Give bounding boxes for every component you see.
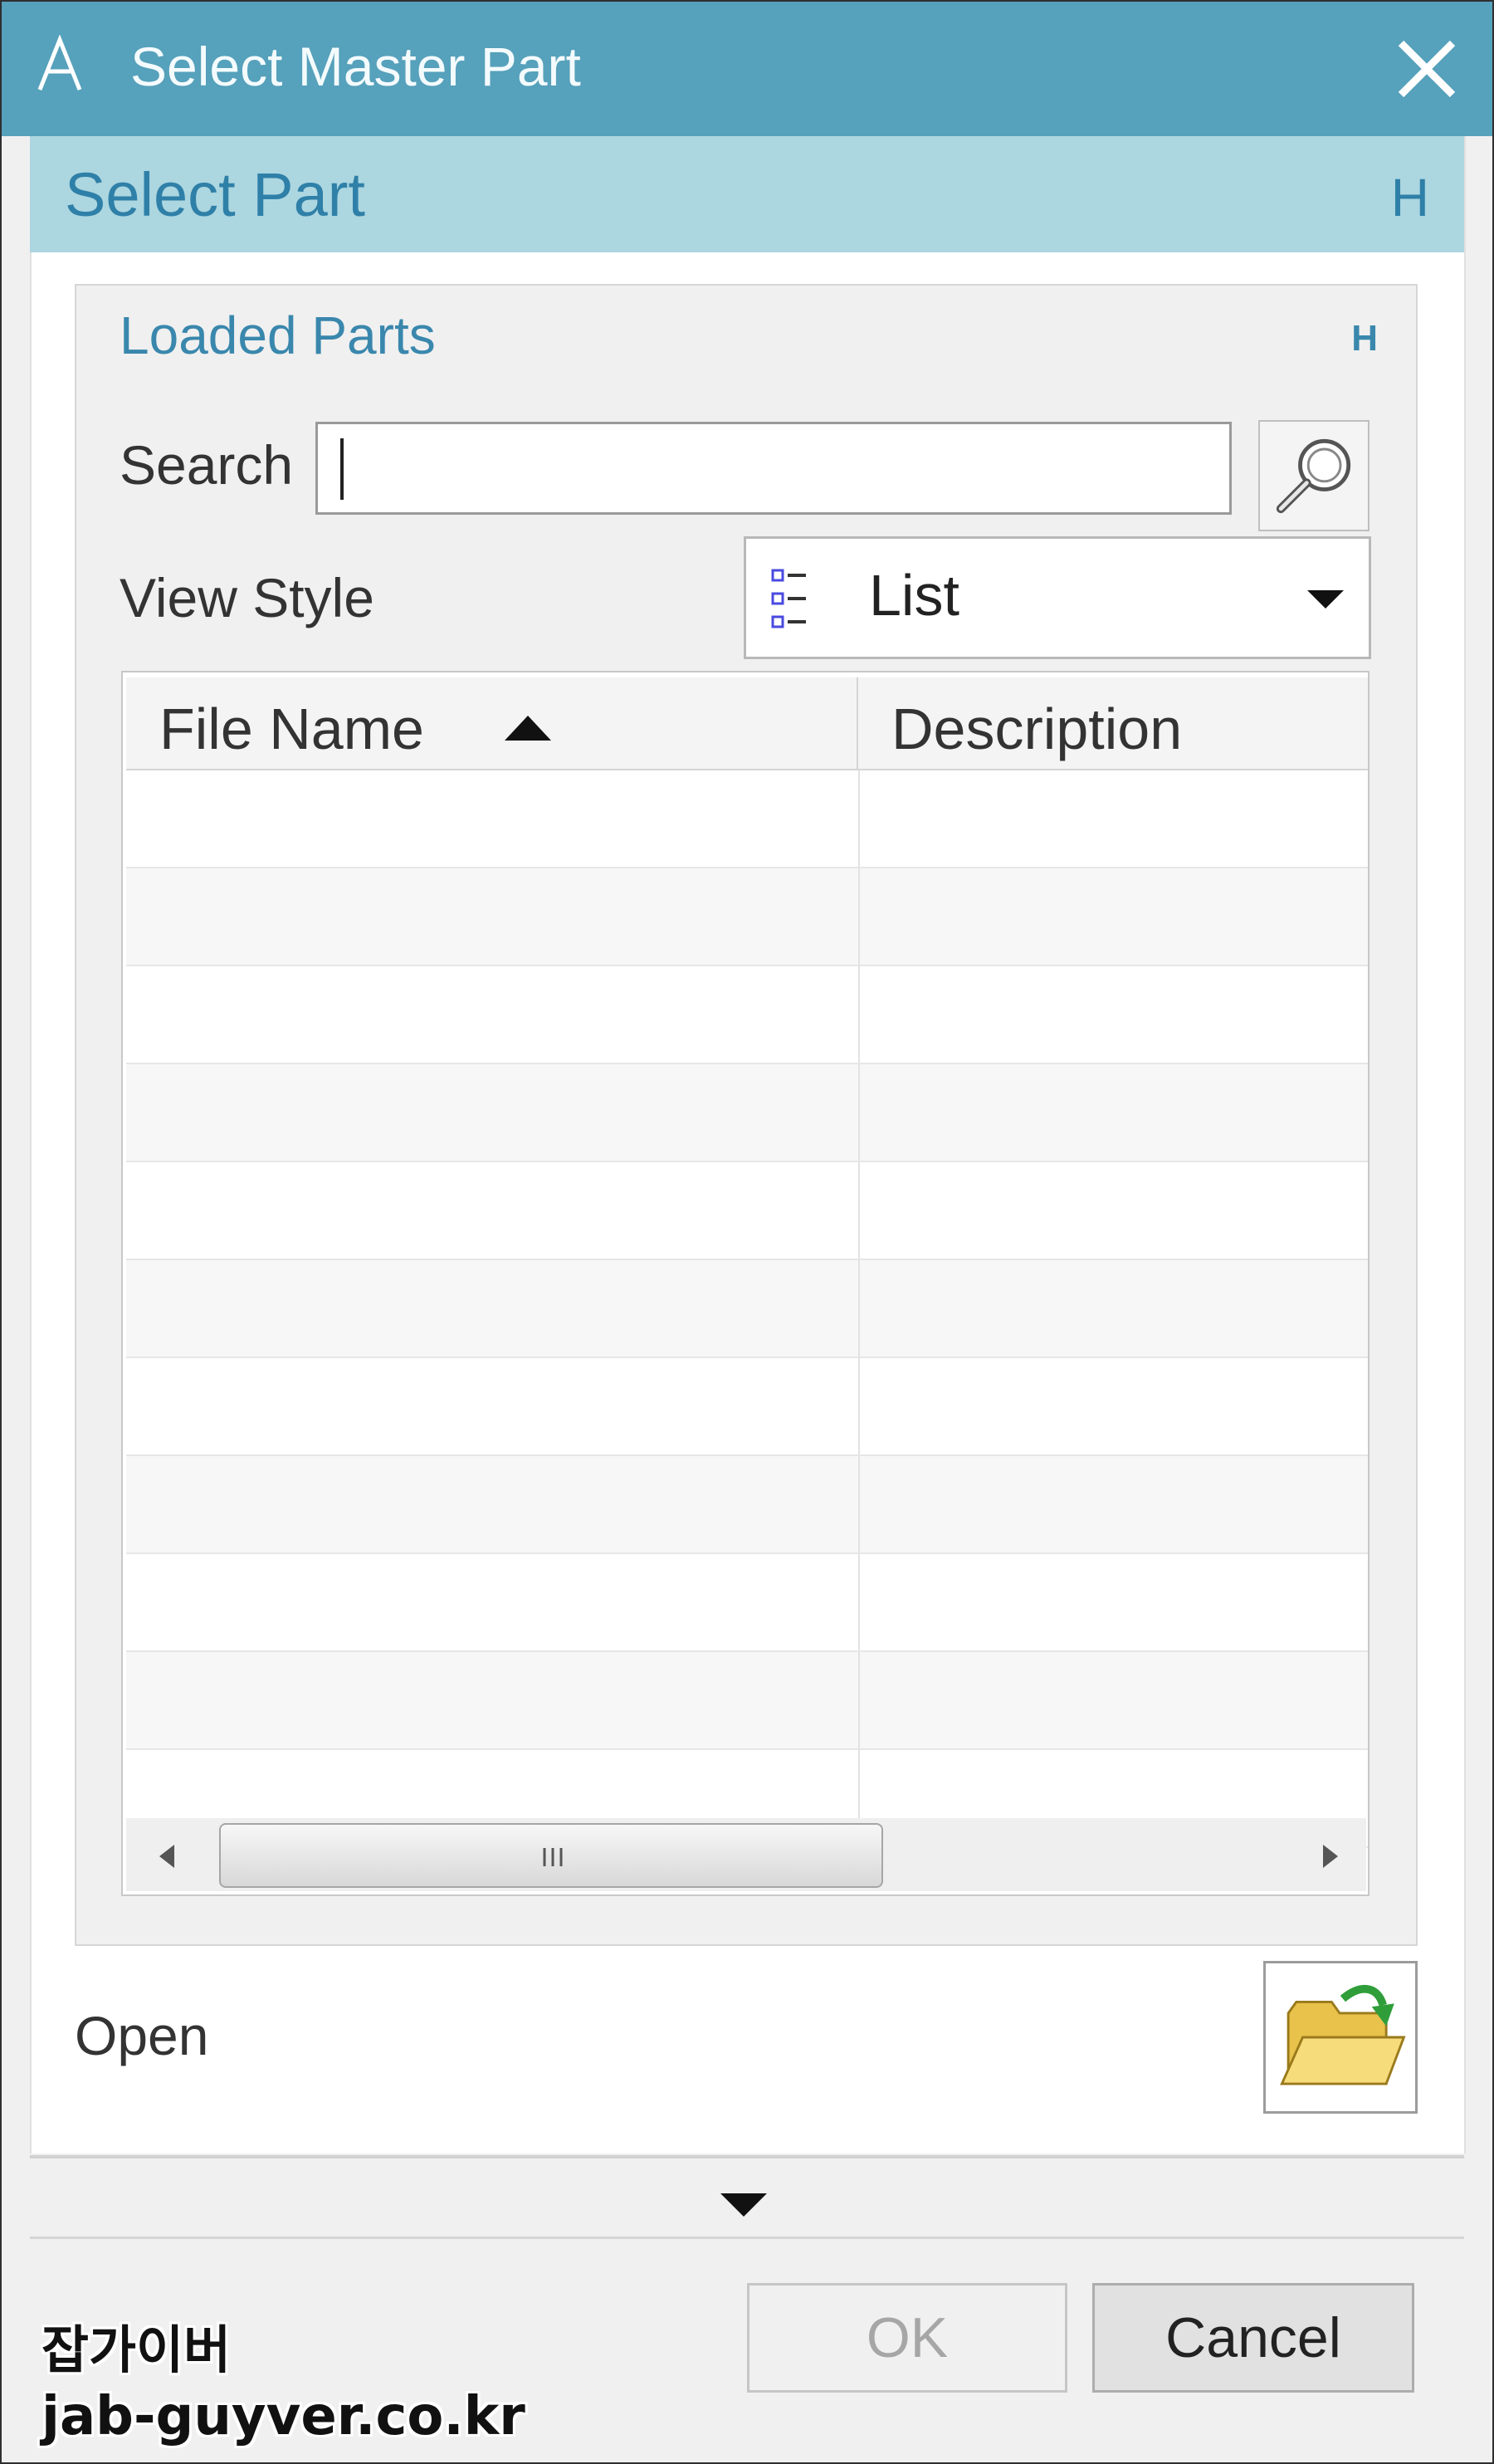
table-row[interactable] (126, 868, 1368, 966)
section-title: Select Part (65, 160, 365, 229)
loaded-parts-group: Loaded Parts H Search View Style List Fi… (75, 284, 1418, 1946)
open-folder-icon (1280, 1984, 1406, 2085)
separator (30, 2237, 1464, 2239)
watermark-korean: 잡가이버 (42, 2320, 232, 2380)
table-row[interactable] (126, 1554, 1368, 1652)
table-row[interactable] (126, 1456, 1368, 1554)
search-button[interactable] (1258, 420, 1370, 531)
column-header-label: File Name (159, 697, 424, 761)
search-input[interactable] (315, 422, 1232, 515)
list-view-icon (771, 569, 806, 628)
sort-ascending-icon (505, 716, 551, 741)
view-style-label: View Style (120, 567, 374, 628)
table-row[interactable] (126, 1652, 1368, 1750)
table-row[interactable] (126, 1162, 1368, 1260)
search-label: Search (120, 434, 294, 496)
scroll-left-arrow-icon[interactable] (126, 1818, 209, 1891)
dropdown-arrow-icon (1307, 590, 1344, 609)
section-collapse-toggle[interactable]: H (1391, 164, 1429, 231)
select-master-part-dialog: Select Master Part Select Part H Loaded … (0, 0, 1494, 2464)
cancel-button[interactable]: Cancel (1092, 2283, 1414, 2393)
grip-icon (543, 1848, 563, 1866)
table-row[interactable] (126, 1358, 1368, 1456)
watermark-url: jab-guyver.co.kr (42, 2386, 525, 2447)
horizontal-scrollbar[interactable] (126, 1818, 1366, 1891)
open-label: Open (75, 2005, 209, 2066)
parts-table: File Name Description (121, 671, 1370, 1896)
view-style-dropdown[interactable]: List (744, 536, 1371, 659)
column-header-label: Description (891, 697, 1183, 761)
table-row[interactable] (126, 966, 1368, 1064)
magnifier-icon (1276, 438, 1351, 514)
view-style-value: List (869, 563, 959, 628)
section-header-select-part[interactable]: Select Part H (30, 136, 1464, 252)
table-row[interactable] (126, 1260, 1368, 1358)
group-title: Loaded Parts (120, 306, 436, 365)
scrollbar-thumb[interactable] (219, 1823, 883, 1888)
close-icon[interactable] (1389, 32, 1464, 106)
chevron-down-icon[interactable] (720, 2193, 767, 2217)
window-title: Select Master Part (130, 36, 581, 97)
scroll-right-arrow-icon[interactable] (1283, 1818, 1366, 1891)
group-collapse-toggle[interactable]: H (1351, 314, 1378, 364)
ok-button[interactable]: OK (747, 2283, 1067, 2393)
column-header-file-name[interactable]: File Name (126, 677, 858, 770)
table-body (126, 770, 1368, 1848)
table-row[interactable] (126, 1064, 1368, 1162)
separator (30, 2155, 1464, 2158)
text-caret (340, 438, 344, 500)
column-header-description[interactable]: Description (858, 677, 1368, 770)
title-bar[interactable]: Select Master Part (2, 2, 1492, 136)
nx-a-icon (37, 35, 82, 90)
watermark: 잡가이버 jab-guyver.co.kr (42, 2318, 525, 2451)
table-row[interactable] (126, 770, 1368, 868)
open-button[interactable] (1263, 1961, 1418, 2114)
